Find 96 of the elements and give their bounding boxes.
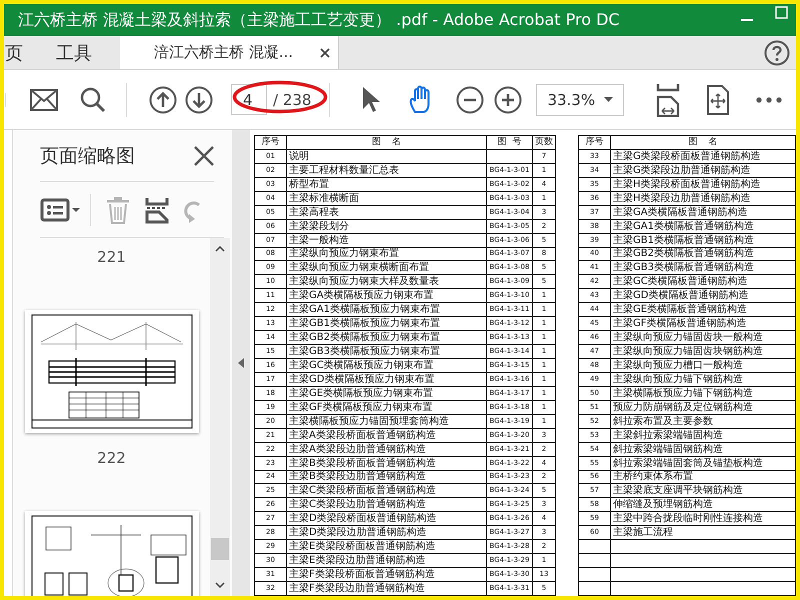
table-cell: 主梁GA1类横隔板普通钢筋构造 — [610, 219, 796, 234]
collapse-icon[interactable] — [238, 358, 244, 368]
table-cell: 主梁G类梁段桥面板普通钢筋构造 — [610, 149, 796, 164]
table-cell: 斜拉索布置及主要参数 — [610, 414, 796, 428]
table-cell: 主梁纵向预应力钢束横断面布置 — [286, 260, 486, 275]
table-cell: 主梁D类梁段桥面板普通钢筋构造 — [286, 512, 486, 526]
help-icon[interactable] — [764, 40, 790, 66]
column-header: 图 号 — [486, 136, 532, 150]
table-cell: 主梁横隔板预应力锚固预埋套筒构造 — [286, 414, 486, 428]
table-cell: 主梁纵向预应力锚下钢筋构造 — [610, 372, 796, 386]
table-cell: 主梁GB1类横隔板预应力钢束布置 — [286, 316, 486, 331]
table-cell: 主梁GF类横隔板预应力钢束布置 — [286, 400, 486, 414]
table-cell: 主梁梁段划分 — [286, 219, 486, 234]
page-move-icon[interactable] — [706, 84, 730, 114]
table-cell: 主梁纵向预应力钢束大样及数量表 — [286, 274, 486, 289]
table-cell: 主梁A类梁段桥面板普通钢筋构造 — [286, 428, 486, 442]
table-cell: 主梁一般构造 — [286, 233, 486, 247]
column-header: 图 名 — [610, 136, 796, 150]
column-header: 页数 — [532, 136, 556, 150]
maximize-icon[interactable] — [775, 6, 788, 19]
arrow-down-icon[interactable] — [185, 86, 213, 114]
scroll-up-icon[interactable] — [215, 246, 225, 252]
table-cell: 主梁C类梁段边肋普通钢筋构造 — [286, 498, 486, 512]
close-icon[interactable] — [320, 48, 330, 58]
table-cell: 主梁GB1类横隔板普通钢筋构造 — [610, 233, 796, 247]
table-cell: 桥型布置 — [286, 177, 486, 192]
table-cell: 主梁GC类横隔板预应力钢束布置 — [286, 358, 486, 372]
table-cell: 主梁GD类横隔板普通钢筋构造 — [610, 288, 796, 303]
table-cell: 斜拉索梁端锚固钢筋构造 — [610, 442, 796, 456]
table-cell: 主梁斜拉索梁端锚固构造 — [610, 428, 796, 442]
table-cell: 主梁E类梁段桥面板普通钢筋构造 — [286, 540, 486, 554]
extract-pages-icon[interactable] — [145, 196, 169, 224]
table-cell: 主梁横隔板预应力锚下钢筋构造 — [610, 386, 796, 400]
page-label: 221 — [97, 247, 126, 268]
table-cell: 斜拉索梁端锚固套筒及锚垫板构造 — [610, 456, 796, 470]
column-header: 序号 — [578, 136, 610, 150]
panel-title: 页面缩略图 — [40, 144, 135, 168]
table-cell: 主梁GB3类横隔板普通钢筋构造 — [610, 260, 796, 275]
table-cell: 主梁纵向预应力槽口一般构造 — [610, 358, 796, 372]
window-title: 江六桥主桥 混凝土梁及斜拉索（主梁施工工艺变更） .pdf - Adobe Acrobat Pro DC — [18, 10, 621, 30]
page-label: 222 — [97, 448, 126, 469]
table-cell: 主梁H类梁段桥面板普通钢筋构造 — [610, 177, 796, 192]
table-cell: 主梁纵向预应力锚固齿块一般构造 — [610, 330, 796, 345]
table-cell: 主梁D类梁段边肋普通钢筋构造 — [286, 526, 486, 540]
table-cell: 主梁梁底支座调平块钢筋构造 — [610, 484, 796, 498]
table-cell: 主桥约束体系布置 — [610, 470, 796, 484]
more-icon[interactable] — [756, 96, 782, 102]
table-cell: 主梁GE类横隔板预应力钢束布置 — [286, 386, 486, 400]
table-cell: 主梁GB2类横隔板预应力钢束布置 — [286, 330, 486, 345]
table-cell: 主梁F类梁段桥面板普通钢筋构造 — [286, 568, 486, 582]
table-cell: 主梁F类梁段边肋普通钢筋构造 — [286, 582, 486, 596]
table-cell: 主梁标准横断面 — [286, 191, 486, 206]
fit-page-icon[interactable] — [656, 82, 680, 116]
tab[interactable]: 页 — [4, 36, 37, 69]
hand-tool-icon[interactable] — [408, 84, 432, 114]
scrollbar-thumb[interactable] — [211, 538, 229, 560]
caret-icon — [604, 97, 614, 102]
table-cell: 主梁G类梁段边肋普通钢筋构造 — [610, 163, 796, 178]
table-cell: 主梁纵向预应力钢束布置 — [286, 247, 486, 261]
table-cell: 主梁高程表 — [286, 205, 486, 220]
table-cell: 主梁GA1类横隔板预应力钢束布置 — [286, 302, 486, 317]
table-cell: 主梁GA类横隔板预应力钢束布置 — [286, 288, 486, 303]
table-cell: 主梁C类梁段桥面板普通钢筋构造 — [286, 484, 486, 498]
table-cell: 主梁施工流程 — [610, 526, 796, 540]
table-cell: 主梁H类梁段边肋普通钢筋构造 — [610, 191, 796, 206]
search-icon[interactable] — [80, 86, 106, 112]
table-cell: 主梁A类梁段边肋普通钢筋构造 — [286, 442, 486, 456]
zoom-in-icon[interactable] — [494, 86, 522, 114]
arrow-up-icon[interactable] — [149, 86, 177, 114]
view-options-icon[interactable] — [40, 196, 82, 222]
table-cell: 主梁GC类横隔板普通钢筋构造 — [610, 274, 796, 289]
zoom-dropdown[interactable]: 33.3% — [536, 84, 624, 116]
table-cell: 说明 — [286, 149, 486, 164]
table-cell: 伸缩缝及预埋钢筋构造 — [610, 498, 796, 512]
scroll-down-icon[interactable] — [215, 582, 225, 588]
column-header: 序号 — [254, 136, 286, 150]
table-cell: 主梁GB2类横隔板普通钢筋构造 — [610, 247, 796, 261]
table-cell: 主梁B类梁段桥面板普通钢筋构造 — [286, 456, 486, 470]
table-cell: 主梁纵向预应力锚固齿块钢筋构造 — [610, 344, 796, 358]
table-cell: 预应力防崩钢筋及定位钢筋构造 — [610, 400, 796, 414]
table-cell: 主要工程材料数量汇总表 — [286, 163, 486, 178]
tab[interactable]: 涪江六桥主桥 混凝... — [120, 36, 339, 69]
table-cell: 主梁E类梁段边肋普通钢筋构造 — [286, 554, 486, 568]
close-icon[interactable] — [194, 146, 214, 166]
table-cell: 主梁GF类横隔板普通钢筋构造 — [610, 316, 796, 331]
table-cell: 主梁GA类横隔板普通钢筋构造 — [610, 205, 796, 220]
table-cell: 主梁GE类横隔板普通钢筋构造 — [610, 302, 796, 317]
mail-icon[interactable] — [30, 88, 58, 110]
column-header: 图 名 — [286, 136, 486, 150]
page-count: / 238 — [273, 90, 312, 108]
table-cell: 主梁B类梁段边肋普通钢筋构造 — [286, 470, 486, 484]
zoom-out-icon[interactable] — [456, 86, 484, 114]
table-cell: 主梁GD类横隔板预应力钢束布置 — [286, 372, 486, 386]
tab[interactable]: 工具 — [55, 36, 106, 69]
table-cell: 主梁GB3类横隔板预应力钢束布置 — [286, 344, 486, 358]
table-cell: 主梁中跨合拢段临时刚性连接构造 — [610, 512, 796, 526]
